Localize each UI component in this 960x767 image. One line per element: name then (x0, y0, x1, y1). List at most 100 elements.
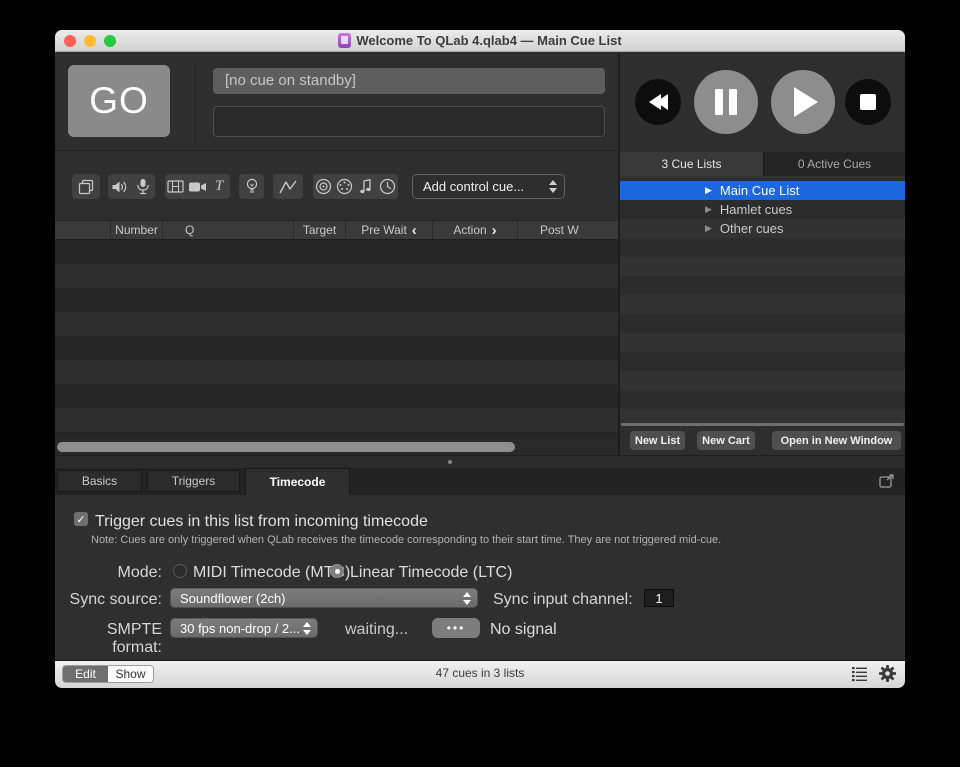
window-title: Welcome To QLab 4.qlab4 — Main Cue List (356, 33, 621, 48)
add-control-cue-label: Add control cue... (423, 179, 524, 194)
close-window-button[interactable] (64, 35, 76, 47)
cue-list-item-main[interactable]: ▶ Main Cue List (620, 181, 905, 200)
mode-ltc-label[interactable]: Linear Timecode (LTC) (350, 564, 512, 582)
column-target[interactable]: Target (294, 221, 346, 239)
timecode-note: Note: Cues are only triggered when QLab … (91, 534, 721, 546)
audio-icon (108, 178, 132, 196)
splitter-handle[interactable] (448, 460, 452, 464)
desktop-background: Welcome To QLab 4.qlab4 — Main Cue List … (0, 0, 960, 767)
cue-list-item-other[interactable]: ▶ Other cues (620, 219, 905, 238)
cue-count-summary: 47 cues in 3 lists (55, 666, 905, 680)
open-in-new-window-button[interactable]: Open in New Window (772, 431, 901, 450)
tab-basics[interactable]: Basics (57, 470, 142, 492)
trigger-timecode-label: Trigger cues in this list from incoming … (95, 513, 428, 531)
minimize-window-button[interactable] (84, 35, 96, 47)
target-icon (313, 178, 334, 196)
sync-channel-field[interactable]: 1 (644, 589, 674, 607)
tab-cue-lists[interactable]: 3 Cue Lists (620, 152, 764, 176)
cue-table-header: Number Q Target Pre Wait ‹ Action › Post… (55, 220, 618, 240)
settings-gear-icon[interactable] (878, 664, 897, 683)
stop-button[interactable] (845, 79, 891, 125)
new-list-button[interactable]: New List (630, 431, 685, 450)
tab-triggers[interactable]: Triggers (147, 470, 240, 492)
smpte-format-value: 30 fps non-drop / 2... (180, 621, 300, 636)
sync-source-dropdown[interactable]: Soundflower (2ch) (170, 588, 478, 608)
play-icon (794, 87, 818, 117)
document-icon (338, 33, 351, 48)
tab-active-cues[interactable]: 0 Active Cues (764, 152, 905, 176)
mode-mtc-label[interactable]: MIDI Timecode (MTC) (193, 564, 350, 582)
pause-button[interactable] (694, 70, 758, 134)
header-divider (195, 60, 196, 144)
group-icon (74, 178, 98, 196)
chevron-right-icon[interactable]: › (492, 223, 497, 238)
tab-timecode[interactable]: Timecode (245, 468, 350, 495)
edit-mode-button[interactable]: Edit (63, 666, 108, 682)
cue-lists-list: ▶ Main Cue List ▶ Hamlet cues ▶ Other cu… (620, 176, 905, 426)
add-control-cue-group[interactable] (313, 174, 398, 199)
mode-label: Mode: (55, 564, 162, 582)
column-post-wait[interactable]: Post W (518, 221, 618, 239)
cue-lists-tabbar: 3 Cue Lists 0 Active Cues (620, 152, 905, 176)
column-q[interactable]: Q (163, 221, 294, 239)
light-icon (240, 178, 264, 196)
smpte-format-label: SMPTE format: (55, 621, 162, 657)
standby-cue-display: [no cue on standby] (213, 68, 605, 94)
music-note-icon (356, 178, 377, 196)
clock-icon (377, 178, 398, 196)
chevron-left-icon[interactable]: ‹ (412, 223, 417, 238)
trigger-timecode-checkbox[interactable]: ✓ (74, 512, 88, 526)
waiting-status: waiting... (345, 621, 408, 639)
cue-list-item-hamlet[interactable]: ▶ Hamlet cues (620, 200, 905, 219)
disclosure-triangle-icon[interactable]: ▶ (705, 185, 712, 196)
traffic-lights (64, 30, 116, 52)
midi-icon (334, 178, 355, 196)
mic-icon (132, 178, 156, 196)
add-fade-cue-button[interactable] (273, 174, 303, 199)
cue-notes-field[interactable] (213, 106, 605, 137)
go-button[interactable]: GO (68, 65, 170, 137)
column-action[interactable]: Action › (433, 221, 518, 239)
horizontal-scrollbar-thumb[interactable] (57, 442, 515, 452)
list-view-icon[interactable] (850, 664, 869, 683)
edit-show-toggle: Edit Show (62, 665, 154, 683)
zoom-window-button[interactable] (104, 35, 116, 47)
video-icon (165, 178, 187, 196)
sync-source-label: Sync source: (55, 591, 162, 609)
smpte-format-dropdown[interactable]: 30 fps non-drop / 2... (170, 618, 318, 638)
play-button[interactable] (771, 70, 835, 134)
window-titlebar[interactable]: Welcome To QLab 4.qlab4 — Main Cue List (55, 30, 905, 52)
add-audio-cue-group[interactable] (108, 174, 155, 199)
sync-source-value: Soundflower (2ch) (180, 591, 286, 606)
rewind-icon (649, 94, 668, 110)
header-bottom-divider (55, 150, 618, 151)
mode-ltc-radio[interactable] (330, 564, 344, 578)
qlab-window: Welcome To QLab 4.qlab4 — Main Cue List … (55, 30, 905, 688)
cue-table-body[interactable] (55, 240, 618, 437)
stepper-icon (463, 592, 471, 605)
column-number[interactable]: Number (111, 221, 163, 239)
add-control-cue-dropdown[interactable]: Add control cue... (412, 174, 565, 199)
stepper-icon (549, 180, 557, 193)
pane-splitter[interactable] (55, 455, 905, 468)
column-status[interactable] (55, 221, 111, 239)
sync-channel-label: Sync input channel: (493, 591, 633, 609)
pause-icon (715, 89, 737, 115)
camera-icon (187, 178, 209, 196)
stepper-icon (303, 622, 311, 635)
popout-inspector-icon[interactable] (878, 473, 896, 489)
add-video-cue-group[interactable]: T (165, 174, 230, 199)
column-pre-wait[interactable]: Pre Wait ‹ (346, 221, 433, 239)
text-icon: T (208, 178, 230, 196)
timecode-detail-button[interactable]: ••• (432, 618, 480, 638)
no-signal-status: No signal (490, 621, 557, 639)
add-group-cue-button[interactable] (72, 174, 100, 199)
disclosure-triangle-icon[interactable]: ▶ (705, 223, 712, 234)
new-cart-button[interactable]: New Cart (697, 431, 755, 450)
fade-icon (276, 178, 300, 196)
show-mode-button[interactable]: Show (108, 666, 153, 682)
mode-mtc-radio[interactable] (173, 564, 187, 578)
disclosure-triangle-icon[interactable]: ▶ (705, 204, 712, 215)
rewind-button[interactable] (635, 79, 681, 125)
add-light-cue-button[interactable] (239, 174, 264, 199)
